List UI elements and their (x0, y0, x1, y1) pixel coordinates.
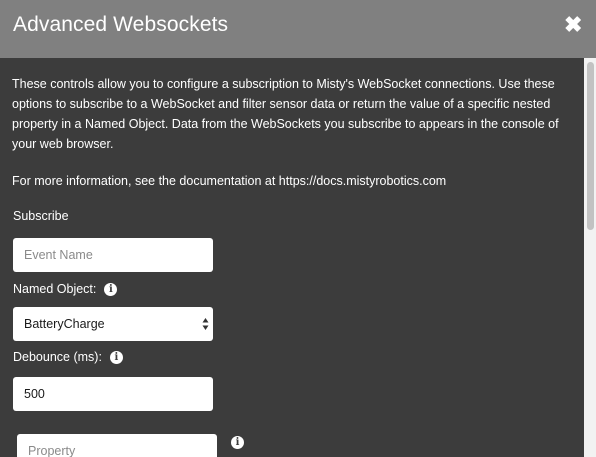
modal-title: Advanced Websockets (13, 13, 229, 36)
debounce-input[interactable]: 500 (13, 377, 213, 411)
event-name-placeholder: Event Name (24, 248, 93, 262)
named-object-label: Named Object: i (13, 282, 118, 296)
named-object-label-text: Named Object: (13, 282, 97, 296)
chevron-up-down-icon (202, 318, 209, 330)
scrollbar[interactable] (584, 58, 596, 457)
event-name-input[interactable]: Event Name (13, 238, 213, 272)
advanced-websockets-modal: Advanced Websockets ✖ These controls all… (0, 0, 596, 457)
description-text: These controls allow you to configure a … (12, 77, 559, 151)
subscribe-label: Subscribe (13, 209, 69, 223)
info-icon[interactable]: i (109, 350, 123, 364)
named-object-select[interactable]: BatteryCharge (13, 307, 213, 341)
subscribe-label-text: Subscribe (13, 209, 69, 223)
info-icon[interactable]: i (231, 436, 244, 449)
debounce-value: 500 (24, 387, 45, 401)
modal-header: Advanced Websockets ✖ (0, 0, 596, 58)
named-object-selected-value: BatteryCharge (24, 317, 105, 331)
info-icon[interactable]: i (104, 282, 118, 296)
modal-content: These controls allow you to configure a … (0, 58, 584, 457)
debounce-label: Debounce (ms): i (13, 350, 123, 364)
property-placeholder: Property (28, 444, 76, 457)
more-info-text: For more information, see the documentat… (12, 174, 447, 188)
scrollbar-thumb[interactable] (587, 62, 594, 230)
property-input[interactable]: Property (17, 434, 217, 457)
debounce-label-text: Debounce (ms): (13, 350, 102, 364)
close-icon[interactable]: ✖ (564, 14, 582, 36)
